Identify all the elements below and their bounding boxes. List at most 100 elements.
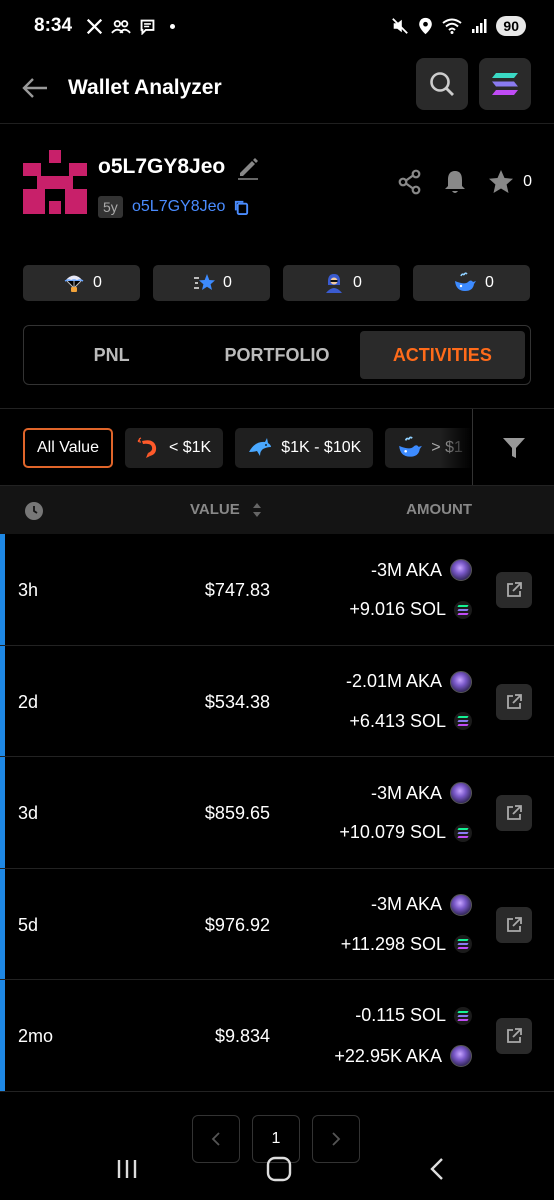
wallet-address-text[interactable]: o5L7GY8Jeo [132,198,225,216]
row-amount-in-text: +11.298 SOL [340,933,446,954]
row-amount-out: -3M AKA [371,559,472,581]
row-indicator-bar [0,868,5,980]
row-value: $976.92 [204,914,270,935]
location-icon [419,17,433,35]
filter-under-1k-label: < $1K [168,439,212,456]
open-transaction-button[interactable] [496,795,532,832]
tab-pnl[interactable]: PNL [29,331,194,379]
filter-all-value-label: All Value [37,439,99,456]
recents-button[interactable] [110,1152,144,1186]
message-icon [140,19,155,35]
wallet-address[interactable]: o5L7GY8Jeo [132,198,250,216]
filter-all-value[interactable]: All Value [23,428,113,468]
row-amount-in-text: +10.079 SOL [339,822,446,843]
clock-icon[interactable] [24,501,44,521]
row-indicator-bar [0,645,5,757]
table-row[interactable]: 2mo $9.834 -0.115 SOL +22.95K AKA [0,980,554,1092]
wifi-icon [442,18,463,34]
status-time: 8:34 [34,15,73,36]
table-header: VALUE AMOUNT [0,486,554,534]
system-back-icon [430,1158,443,1180]
tab-portfolio[interactable]: PORTFOLIO [194,331,359,379]
mute-icon [392,18,409,34]
row-time: 3d [18,803,39,824]
open-transaction-button[interactable] [496,906,532,943]
stat-insider[interactable]: 0 [283,265,400,301]
stat-insider-value: 0 [353,274,362,291]
row-amount-in: +6.413 SOL [349,711,472,732]
back-arrow-icon [22,77,47,98]
avatar [23,150,87,214]
stat-whale-value: 0 [485,274,494,291]
filter-fade [440,409,472,485]
filter-button[interactable] [472,409,554,485]
row-time: 3h [18,580,39,600]
row-amount-in-text: +22.95K AKA [334,1045,442,1066]
star-icon[interactable] [487,168,515,196]
back-button[interactable] [18,71,52,105]
system-back-button[interactable] [420,1152,454,1186]
table-row[interactable]: 2d $534.38 -2.01M AKA +6.413 SOL [0,645,554,758]
signal-icon [472,19,487,33]
notification-icons [86,18,176,35]
sol-token-icon [454,935,472,954]
search-button[interactable] [416,58,468,110]
row-time: 2d [18,691,39,712]
home-button[interactable] [262,1152,296,1186]
tab-activities[interactable]: ACTIVITIES [359,331,525,379]
row-amount-in: +9.016 SOL [349,599,472,620]
x-icon [86,18,103,34]
bell-icon[interactable] [441,168,469,196]
external-link-icon [507,582,522,597]
filter-under-1k[interactable]: < $1K [124,428,224,468]
row-amount-out-text: -2.01M AKA [345,671,442,692]
wallet-name: o5L7GY8Jeo [98,154,261,180]
amount-header-label: AMOUNT [406,501,472,518]
row-value: $747.83 [204,580,270,600]
system-icons: 90 [391,16,526,36]
row-indicator-bar [0,980,5,1091]
row-value: $859.65 [204,803,270,824]
value-column-header[interactable]: VALUE [190,501,262,518]
sol-token-icon [454,600,472,619]
row-indicator-bar [0,534,5,645]
row-amount-in: +10.079 SOL [339,822,472,843]
airdrop-icon [64,275,84,292]
dolphin-icon [249,438,272,456]
sol-token-icon [454,1006,472,1025]
table-row[interactable]: 5d $976.92 -3M AKA +11.298 SOL [0,868,554,981]
edit-icon[interactable] [235,154,261,180]
status-bar: 8:34 90 [0,0,554,52]
open-transaction-button[interactable] [496,683,532,720]
filter-1k-10k-label: $1K - $10K [281,439,362,456]
home-icon [266,1156,292,1182]
row-time: 2mo [18,1026,54,1047]
row-amount-out: -0.115 SOL [355,1005,472,1026]
row-amount-in-text: +6.413 SOL [349,710,446,731]
stat-whale[interactable]: 0 [413,265,530,301]
stat-smart-money-value: 0 [223,274,232,291]
copy-icon[interactable] [233,199,250,216]
open-transaction-button[interactable] [496,572,532,608]
filter-1k-10k[interactable]: $1K - $10K [235,428,374,468]
value-filter-chips: All Value < $1K $1K - $10K > $1 [23,428,475,468]
stat-smart-money[interactable]: 0 [153,265,270,301]
view-tabs: PNL PORTFOLIO ACTIVITIES [23,325,531,385]
external-link-icon [507,1028,522,1044]
row-value: $9.834 [214,1026,270,1047]
wallet-age-badge: 5y [98,196,123,218]
row-amount-in-text: +9.016 SOL [349,599,446,619]
solana-icon [492,73,518,95]
share-icon[interactable] [397,169,423,195]
aka-token-icon [450,670,472,693]
stat-airdrop[interactable]: 0 [23,265,140,301]
external-link-icon [507,693,522,709]
table-row[interactable]: 3d $859.65 -3M AKA +10.079 SOL [0,757,554,869]
open-transaction-button[interactable] [496,1018,532,1055]
table-row[interactable]: 3h $747.83 -3M AKA +9.016 SOL [0,534,554,646]
filter-icon [502,438,525,458]
group-icon [111,19,131,33]
stat-airdrop-value: 0 [93,274,102,291]
value-filter-bar: All Value < $1K $1K - $10K > $1 [0,408,554,486]
chain-select-button[interactable] [479,58,531,110]
